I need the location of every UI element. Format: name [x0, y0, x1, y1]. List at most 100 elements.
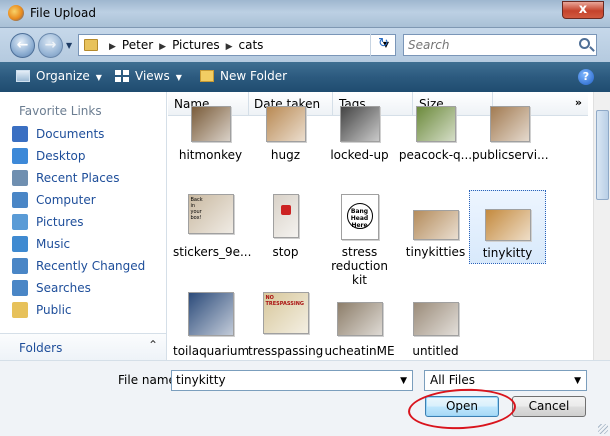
- desktop-icon: [12, 148, 28, 164]
- image-thumbnail: [484, 209, 531, 241]
- back-button[interactable]: ←: [10, 33, 35, 58]
- file-tile-hugz[interactable]: hugz: [248, 106, 323, 196]
- window-title: File Upload: [30, 6, 96, 20]
- file-name: untitled: [412, 344, 459, 358]
- file-name: hugz: [270, 148, 301, 162]
- sidebar-item-public[interactable]: Public: [12, 302, 72, 322]
- file-tile-ucheatinme[interactable]: ucheatinME: [322, 288, 397, 360]
- column-divider[interactable]: [248, 92, 249, 116]
- file-tile-untitled[interactable]: untitled: [398, 288, 473, 360]
- organize-button[interactable]: Organize ▼: [16, 69, 102, 83]
- organize-label: Organize: [36, 69, 90, 83]
- breadcrumb-cats[interactable]: cats: [239, 38, 264, 52]
- no-trespassing-sign: NO TRESPASSING: [265, 295, 304, 307]
- music-icon: [12, 236, 28, 252]
- folder-icon: [84, 39, 98, 51]
- sidebar-item-label: Pictures: [36, 215, 84, 229]
- views-button[interactable]: Views ▼: [115, 69, 182, 83]
- recent-pages-dropdown-icon[interactable]: ▼: [66, 41, 72, 50]
- file-name-field[interactable]: tinykitty ▼: [171, 370, 413, 391]
- file-tile-stop[interactable]: stop: [248, 190, 323, 270]
- image-thumbnail: [412, 210, 459, 240]
- file-tile-peacock-q-[interactable]: peacock-q...: [398, 106, 473, 196]
- image-thumbnail: [336, 302, 383, 336]
- folders-toggle[interactable]: Folders ⌃: [0, 333, 166, 360]
- file-tile-tinykitty[interactable]: tinykitty: [469, 190, 546, 264]
- search-box[interactable]: [403, 34, 597, 56]
- image-thumbnail: Back in your box!: [187, 194, 234, 234]
- file-name: toilaquarium: [173, 344, 250, 358]
- sidebar-item-recent-places[interactable]: Recent Places: [12, 170, 119, 190]
- forward-button[interactable]: →: [38, 33, 63, 58]
- file-type-select[interactable]: All Files ▼: [424, 370, 587, 391]
- sidebar-item-music[interactable]: Music: [12, 236, 70, 256]
- folders-label: Folders: [19, 341, 63, 355]
- file-tile-publicservi-[interactable]: publicservi...: [472, 106, 549, 196]
- scrollbar-thumb[interactable]: [596, 110, 609, 200]
- file-name: locked-up: [330, 148, 389, 162]
- sidebar-item-searches[interactable]: Searches: [12, 280, 91, 300]
- file-name: ucheatinME: [324, 344, 395, 358]
- computer-icon: [12, 192, 28, 208]
- red-annotation-circle: [407, 386, 517, 432]
- image-thumbnail: [489, 106, 530, 142]
- image-thumbnail: [272, 194, 299, 238]
- chevron-right-icon[interactable]: ▶: [109, 42, 116, 52]
- close-button[interactable]: x: [562, 1, 604, 19]
- file-tile-tresspassing[interactable]: NO TRESPASSING tresspassing: [248, 288, 323, 360]
- vertical-scrollbar[interactable]: [593, 92, 610, 360]
- chevron-down-icon[interactable]: ▼: [574, 376, 581, 386]
- image-thumbnail: [412, 302, 459, 336]
- chevron-down-icon[interactable]: ▼: [400, 376, 407, 386]
- cancel-button[interactable]: Cancel: [512, 396, 586, 417]
- image-thumbnail: Bang Head Here: [340, 194, 379, 240]
- file-name-value[interactable]: tinykitty: [176, 373, 226, 387]
- file-name: stress reduction kit: [331, 245, 388, 287]
- favorite-links-heading: Favorite Links: [19, 104, 102, 118]
- chevron-right-icon[interactable]: ▶: [226, 42, 233, 52]
- search-input[interactable]: [408, 37, 568, 53]
- sidebar-item-pictures[interactable]: Pictures: [12, 214, 84, 234]
- organize-icon: [16, 70, 30, 82]
- dialog-footer: File name: tinykitty ▼ All Files ▼ Open …: [0, 360, 610, 436]
- more-columns-icon[interactable]: »: [575, 96, 582, 109]
- sidebar-item-recently-changed[interactable]: Recently Changed: [12, 258, 145, 278]
- file-name: tinykitty: [482, 246, 533, 260]
- resize-grip[interactable]: [598, 424, 608, 434]
- sidebar-item-label: Music: [36, 237, 71, 251]
- chevron-down-icon: ▼: [95, 73, 102, 82]
- sidebar-item-computer[interactable]: Computer: [12, 192, 96, 212]
- sidebar-item-desktop[interactable]: Desktop: [12, 148, 86, 168]
- sidebar-item-label: Recent Places: [36, 171, 120, 185]
- address-bar[interactable]: ▶ Peter ▶ Pictures ▶ cats ▼: [78, 34, 396, 56]
- file-name: publicservi...: [472, 148, 549, 162]
- help-icon[interactable]: ?: [578, 69, 594, 85]
- image-thumbnail: [415, 106, 456, 142]
- sticker-text: Back in your box!: [190, 197, 203, 221]
- column-divider[interactable]: [332, 92, 333, 116]
- breadcrumb-pictures[interactable]: Pictures: [172, 38, 220, 52]
- pictures-icon: [12, 214, 28, 230]
- column-divider[interactable]: [412, 92, 413, 116]
- chevron-up-icon[interactable]: ⌃: [148, 338, 158, 352]
- file-tile-tinykitties[interactable]: tinykitties: [398, 190, 473, 270]
- file-tile-toilaquarium[interactable]: toilaquarium: [173, 288, 250, 360]
- new-folder-label: New Folder: [220, 69, 288, 83]
- breadcrumb-peter[interactable]: Peter: [122, 38, 153, 52]
- search-icon[interactable]: [579, 38, 590, 49]
- new-folder-button[interactable]: New Folder: [200, 69, 287, 83]
- file-name: tinykitties: [405, 245, 466, 259]
- sort-ascending-icon: ˄: [236, 92, 240, 95]
- sidebar-item-documents[interactable]: Documents: [12, 126, 104, 146]
- chevron-right-icon[interactable]: ▶: [159, 42, 166, 52]
- refresh-icon[interactable]: ↻: [370, 34, 396, 56]
- breadcrumb: ▶ Peter ▶ Pictures ▶ cats: [103, 38, 263, 52]
- views-label: Views: [135, 69, 170, 83]
- file-tile-locked-up[interactable]: locked-up: [322, 106, 397, 196]
- new-folder-icon: [200, 70, 214, 82]
- file-tile-stickers-9e-[interactable]: Back in your box! stickers_9e...: [173, 190, 251, 270]
- file-tile-stress-reduction-kit[interactable]: Bang Head Here stress reduction kit: [322, 190, 397, 287]
- file-tile-hitmonkey[interactable]: hitmonkey: [173, 106, 248, 196]
- file-type-value[interactable]: All Files: [430, 373, 475, 387]
- sidebar-item-label: Computer: [36, 193, 96, 207]
